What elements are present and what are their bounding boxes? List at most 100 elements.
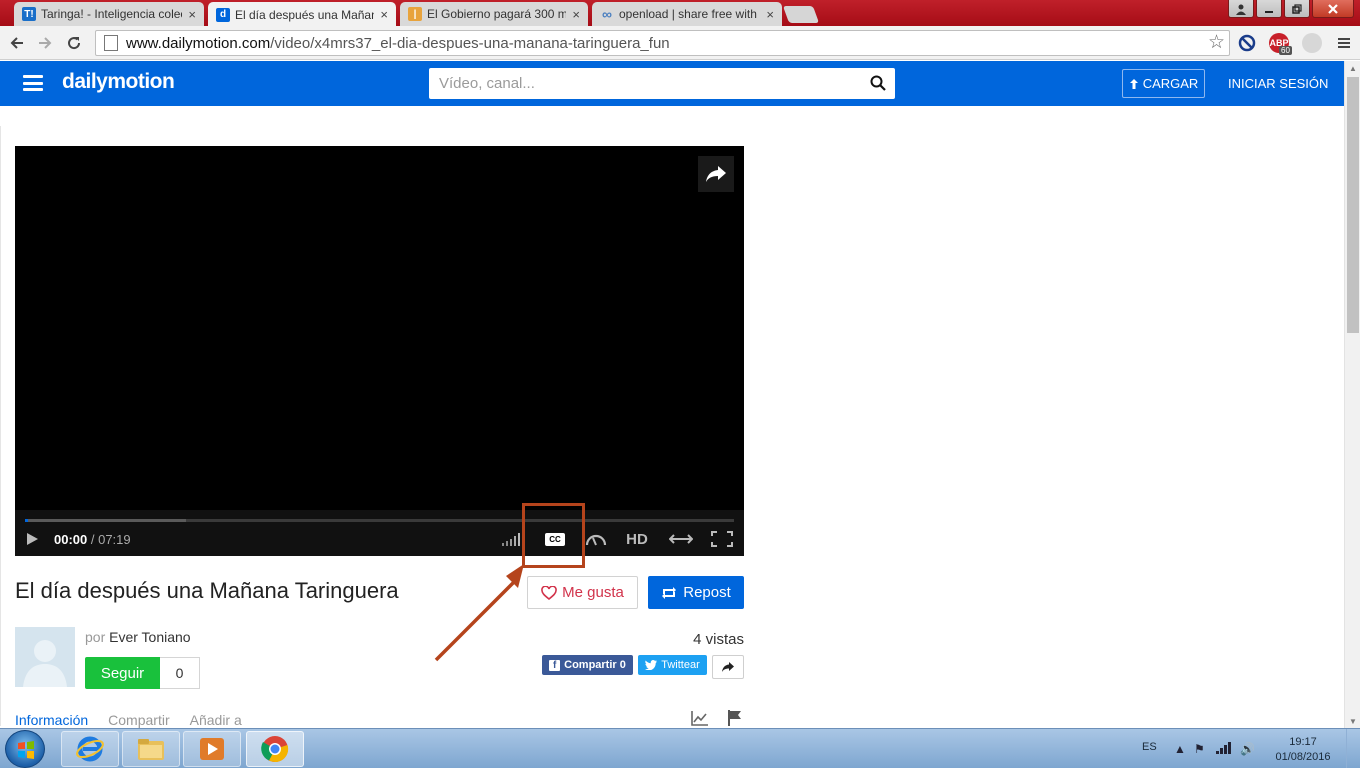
- like-button[interactable]: Me gusta: [527, 576, 638, 609]
- new-tab-button[interactable]: [782, 6, 820, 23]
- browser-tab-bar: T! Taringa! - Inteligencia colectiva × d…: [0, 0, 1360, 27]
- scrollbar-thumb[interactable]: [1347, 77, 1359, 333]
- extension-icon[interactable]: [1302, 33, 1322, 53]
- speed-icon[interactable]: [584, 529, 608, 549]
- search-input[interactable]: [429, 68, 859, 99]
- facebook-share-button[interactable]: f Compartir 0: [542, 655, 633, 675]
- taringa-favicon-icon: T!: [22, 7, 36, 21]
- tab-gobierno[interactable]: | El Gobierno pagará 300 millones ×: [400, 2, 588, 26]
- buffer-bar: [25, 519, 186, 522]
- twitter-bird-icon: [645, 660, 658, 670]
- taskbar-internet-explorer[interactable]: [61, 731, 119, 767]
- like-label: Me gusta: [562, 584, 624, 601]
- dailymotion-logo[interactable]: dailymotion: [62, 70, 175, 94]
- close-window-icon[interactable]: [1312, 0, 1354, 18]
- windows-taskbar: ES ▲ ⚑ 🔊 19:17 01/08/2016: [0, 728, 1360, 768]
- scroll-down-icon[interactable]: ▼: [1345, 714, 1360, 728]
- close-tab-icon[interactable]: ×: [380, 7, 388, 22]
- search-icon[interactable]: [870, 75, 886, 91]
- dailymotion-favicon-icon: d: [216, 7, 230, 22]
- windows-logo-icon: [18, 741, 34, 759]
- search-box: [429, 68, 895, 99]
- flag-icon[interactable]: [726, 709, 744, 727]
- block-extension-icon[interactable]: [1237, 33, 1257, 53]
- taskbar-chrome[interactable]: [246, 731, 304, 767]
- progress-bar[interactable]: [25, 519, 734, 522]
- language-indicator[interactable]: ES: [1142, 741, 1157, 753]
- widescreen-icon[interactable]: [668, 529, 694, 549]
- video-subtabs: Información Compartir Añadir a: [15, 712, 242, 728]
- media-player-icon: [200, 738, 224, 760]
- start-button[interactable]: [5, 730, 45, 768]
- volume-icon[interactable]: [501, 529, 523, 549]
- tab-label: El Gobierno pagará 300 millones: [427, 7, 567, 21]
- tab-taringa[interactable]: T! Taringa! - Inteligencia colectiva ×: [14, 2, 204, 26]
- upload-button[interactable]: CARGAR: [1122, 69, 1205, 98]
- fullscreen-icon[interactable]: [710, 529, 734, 549]
- tray-expand-icon[interactable]: ▲: [1174, 742, 1186, 756]
- current-time: 00:00: [54, 532, 88, 547]
- show-desktop-button[interactable]: [1346, 729, 1360, 768]
- openload-favicon-icon: ∞: [602, 6, 612, 22]
- scroll-up-icon[interactable]: ▲: [1345, 61, 1360, 75]
- action-center-flag-icon[interactable]: ⚑: [1194, 742, 1205, 756]
- close-tab-icon[interactable]: ×: [188, 7, 196, 22]
- tab-compartir[interactable]: Compartir: [108, 712, 169, 728]
- share-arrow-icon: [706, 166, 726, 182]
- tab-dailymotion[interactable]: d El día después una Mañana Taringuera ×: [208, 2, 396, 27]
- video-title: El día después una Mañana Taringuera: [15, 578, 399, 603]
- abp-count-badge: 60: [1279, 46, 1292, 55]
- user-icon[interactable]: [1228, 0, 1254, 18]
- upload-label: CARGAR: [1142, 76, 1199, 91]
- forward-icon[interactable]: [34, 32, 56, 54]
- facebook-icon: f: [549, 659, 561, 671]
- news-favicon-icon: |: [408, 7, 422, 21]
- clock[interactable]: 19:17 01/08/2016: [1272, 735, 1334, 765]
- chrome-menu-icon[interactable]: [1333, 32, 1355, 54]
- play-icon[interactable]: [25, 532, 39, 546]
- screen: T! Taringa! - Inteligencia colectiva × d…: [0, 0, 1360, 768]
- back-icon[interactable]: [6, 32, 28, 54]
- login-link[interactable]: INICIAR SESIÓN: [1228, 76, 1328, 91]
- follower-count: 0: [160, 657, 200, 689]
- tab-anadir[interactable]: Añadir a: [190, 712, 242, 728]
- video-player[interactable]: 00:00 / 07:19 CC HD: [15, 146, 744, 556]
- author-avatar[interactable]: [15, 627, 75, 687]
- follow-button[interactable]: Seguir: [85, 657, 160, 689]
- more-share-button[interactable]: [712, 655, 744, 679]
- restore-icon[interactable]: [1284, 0, 1310, 18]
- author-link[interactable]: Ever Toniano: [109, 629, 190, 645]
- close-tab-icon[interactable]: ×: [572, 7, 580, 22]
- page-content: 00:00 / 07:19 CC HD: [0, 106, 1344, 728]
- chrome-icon: [261, 736, 289, 763]
- hd-quality-button[interactable]: HD: [623, 529, 651, 549]
- played-bar: [25, 519, 28, 522]
- system-tray: ES ▲ ⚑ 🔊 19:17 01/08/2016: [1130, 729, 1360, 768]
- tab-label: El día después una Mañana Taringuera: [235, 7, 374, 22]
- twitter-share-button[interactable]: Twittear: [638, 655, 707, 675]
- address-bar[interactable]: www.dailymotion.com/video/x4mrs37_el-dia…: [95, 30, 1230, 56]
- stats-icon[interactable]: [690, 709, 710, 727]
- volume-tray-icon[interactable]: 🔊: [1240, 742, 1255, 756]
- clock-time: 19:17: [1289, 736, 1317, 748]
- time-display: 00:00 / 07:19: [54, 532, 131, 547]
- tab-informacion[interactable]: Información: [15, 712, 88, 728]
- menu-icon[interactable]: [23, 75, 43, 91]
- minimize-icon[interactable]: [1256, 0, 1282, 18]
- network-icon[interactable]: [1216, 742, 1232, 757]
- tab-openload[interactable]: ∞ openload | share free with everyone ×: [592, 2, 782, 26]
- reload-icon[interactable]: [63, 32, 85, 54]
- share-overlay-button[interactable]: [698, 156, 734, 192]
- tab-label: Taringa! - Inteligencia colectiva: [41, 7, 182, 21]
- player-controls: 00:00 / 07:19 CC HD: [15, 510, 744, 556]
- close-tab-icon[interactable]: ×: [766, 7, 774, 22]
- page-scrollbar[interactable]: ▲ ▼: [1344, 61, 1360, 728]
- bookmark-star-icon[interactable]: ☆: [1208, 31, 1225, 54]
- url-text: www.dailymotion.com/video/x4mrs37_el-dia…: [126, 34, 670, 52]
- twitter-label: Twittear: [661, 659, 700, 671]
- byline: por Ever Toniano: [85, 629, 191, 645]
- folder-icon: [138, 739, 164, 760]
- taskbar-media-player[interactable]: [183, 731, 241, 767]
- repost-button[interactable]: Repost: [648, 576, 744, 609]
- taskbar-file-explorer[interactable]: [122, 731, 180, 767]
